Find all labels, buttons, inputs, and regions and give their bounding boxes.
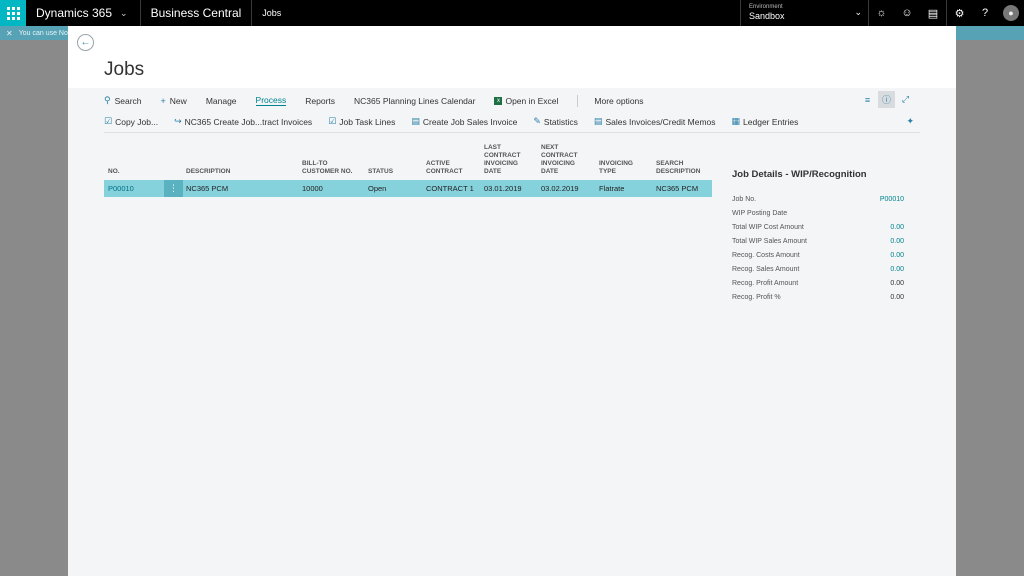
copy-job-action[interactable]: ☑ Copy Job... (104, 116, 158, 127)
factbox-row: Recog. Sales Amount 0.00 (732, 266, 904, 273)
environment-picker[interactable]: Environment Sandbox ⌄ (740, 0, 868, 26)
column-header-last-invoicing[interactable]: Last Contract Invoicing Date (484, 144, 520, 176)
list-view-icon[interactable]: ≡ (859, 91, 876, 108)
open-in-excel-action[interactable]: x Open in Excel (494, 96, 558, 106)
excel-icon: x (494, 96, 503, 105)
search-action[interactable]: ⚲ Search (104, 95, 142, 106)
list-icon: ☑ (328, 116, 337, 126)
factbox-row: Recog. Profit % 0.00 (732, 294, 904, 301)
divider (104, 132, 920, 133)
column-header-bill-to[interactable]: Bill-to Customer No. (302, 160, 352, 176)
factbox-job-details: Job Details - WIP/Recognition Job No. P00… (732, 169, 904, 308)
ledger-icon: ▦ (731, 116, 741, 126)
column-header-no[interactable]: No. (108, 168, 120, 176)
arrow-icon: ↪ (174, 116, 182, 126)
document-icon: ▤ (411, 116, 420, 126)
brand-label: Dynamics 365 (36, 6, 113, 20)
cell-no[interactable]: P00010 (108, 184, 134, 193)
jobs-page: ← Jobs ⚲ Search + New Manage Process Repor… (68, 26, 956, 576)
app-name[interactable]: Business Central (141, 0, 253, 26)
planning-calendar-action[interactable]: NC365 Planning Lines Calendar (354, 96, 475, 106)
factbox-row: Total WIP Sales Amount 0.00 (732, 238, 904, 245)
job-task-lines-action[interactable]: ☑ Job Task Lines (328, 116, 395, 127)
factbox-row: Job No. P00010 (732, 196, 904, 210)
process-tab[interactable]: Process (255, 95, 287, 106)
ledger-entries-action[interactable]: ▦ Ledger Entries (732, 116, 799, 127)
pin-icon[interactable]: ✦ (906, 116, 914, 127)
table-row[interactable]: P00010 ⋮ NC365 PCM 10000 Open CONTRACT 1… (104, 180, 712, 197)
smiley-icon[interactable]: ☺ (894, 0, 920, 26)
info-icon[interactable]: ⓘ (878, 91, 895, 108)
jobs-list: No. Description Bill-to Customer No. Stat… (104, 138, 712, 197)
environment-label: Environment (749, 4, 783, 10)
reports-tab[interactable]: Reports (305, 96, 335, 106)
job-no-link[interactable]: P00010 (880, 196, 904, 210)
cell-active-contract: CONTRACT 1 (426, 184, 474, 193)
plus-icon: + (160, 95, 166, 106)
manage-tab[interactable]: Manage (206, 96, 237, 106)
more-options-button[interactable]: More options (594, 96, 643, 106)
copy-icon: ☑ (104, 116, 113, 126)
close-icon[interactable]: ✕ (6, 29, 13, 38)
factbox-row: Total WIP Cost Amount 0.00 (732, 224, 904, 231)
more-vertical-icon: ⋮ (169, 183, 178, 193)
top-bar: Dynamics 365 ⌄ Business Central Jobs Env… (0, 0, 1024, 26)
factbox-row: Recog. Costs Amount 0.00 (732, 252, 904, 259)
column-header-search-description[interactable]: Search Description (656, 160, 700, 176)
page-header (68, 26, 956, 88)
column-header-description[interactable]: Description (186, 168, 230, 176)
factbox-title: Job Details - WIP/Recognition (732, 169, 867, 180)
back-button[interactable]: ← (77, 34, 94, 51)
cell-search-description: NC365 PCM (656, 184, 699, 193)
lightbulb-icon[interactable]: ☼ (868, 0, 894, 26)
chevron-down-icon: ⌄ (854, 7, 862, 17)
new-action[interactable]: + New (161, 96, 187, 106)
divider (577, 94, 579, 107)
row-menu-button[interactable]: ⋮ (164, 180, 183, 197)
column-header-active-contract[interactable]: Active Contract (426, 160, 462, 176)
expand-icon[interactable]: ⤢ (897, 91, 914, 108)
breadcrumb[interactable]: Jobs (252, 0, 291, 26)
search-icon: ⚲ (104, 95, 111, 105)
column-header-status[interactable]: Status (368, 168, 393, 176)
chart-icon: ✎ (533, 116, 541, 126)
arrow-left-icon: ← (80, 37, 91, 48)
cell-status: Open (368, 184, 387, 193)
cell-last-invoicing: 03.01.2019 (484, 184, 522, 193)
app-launcher-icon[interactable] (0, 0, 26, 26)
create-contract-invoices-action[interactable]: ↪ NC365 Create Job...tract Invoices (174, 116, 312, 127)
statistics-action[interactable]: ✎ Statistics (533, 116, 578, 127)
environment-value: Sandbox (749, 11, 785, 21)
table-header: No. Description Bill-to Customer No. Stat… (104, 138, 712, 180)
chevron-down-icon: ⌄ (120, 7, 128, 18)
brand-menu[interactable]: Dynamics 365 ⌄ (26, 0, 141, 26)
help-icon[interactable]: ? (972, 0, 998, 26)
avatar: ● (1003, 5, 1019, 21)
action-bar: ⚲ Search + New Manage Process Reports NC36… (104, 94, 663, 107)
sales-invoices-credit-memos-action[interactable]: ▤ Sales Invoices/Credit Memos (594, 116, 716, 127)
cell-invoicing-type: Flatrate (599, 184, 625, 193)
create-sales-invoice-action[interactable]: ▤ Create Job Sales Invoice (411, 116, 517, 127)
cell-description: NC365 PCM (186, 184, 229, 193)
factbox-row: Recog. Profit Amount 0.00 (732, 280, 904, 287)
process-actions: ☑ Copy Job... ↪ NC365 Create Job...tract I… (104, 116, 814, 127)
column-header-invoicing-type[interactable]: Invoicing Type (599, 160, 633, 176)
cell-bill-to: 10000 (302, 184, 323, 193)
gear-icon[interactable]: ⚙ (946, 0, 972, 26)
column-header-next-invoicing[interactable]: Next Contract Invoicing Date (541, 144, 577, 176)
factbox-row: WIP Posting Date (732, 210, 788, 217)
page-title: Jobs (104, 59, 145, 80)
user-icon[interactable]: ● (998, 0, 1024, 26)
view-toggles: ≡ ⓘ ⤢ (859, 91, 914, 108)
invoice-icon: ▤ (593, 116, 603, 126)
cell-next-invoicing: 03.02.2019 (541, 184, 579, 193)
notification-text: You can use No (18, 29, 68, 37)
chat-icon[interactable]: ▤ (920, 0, 946, 26)
